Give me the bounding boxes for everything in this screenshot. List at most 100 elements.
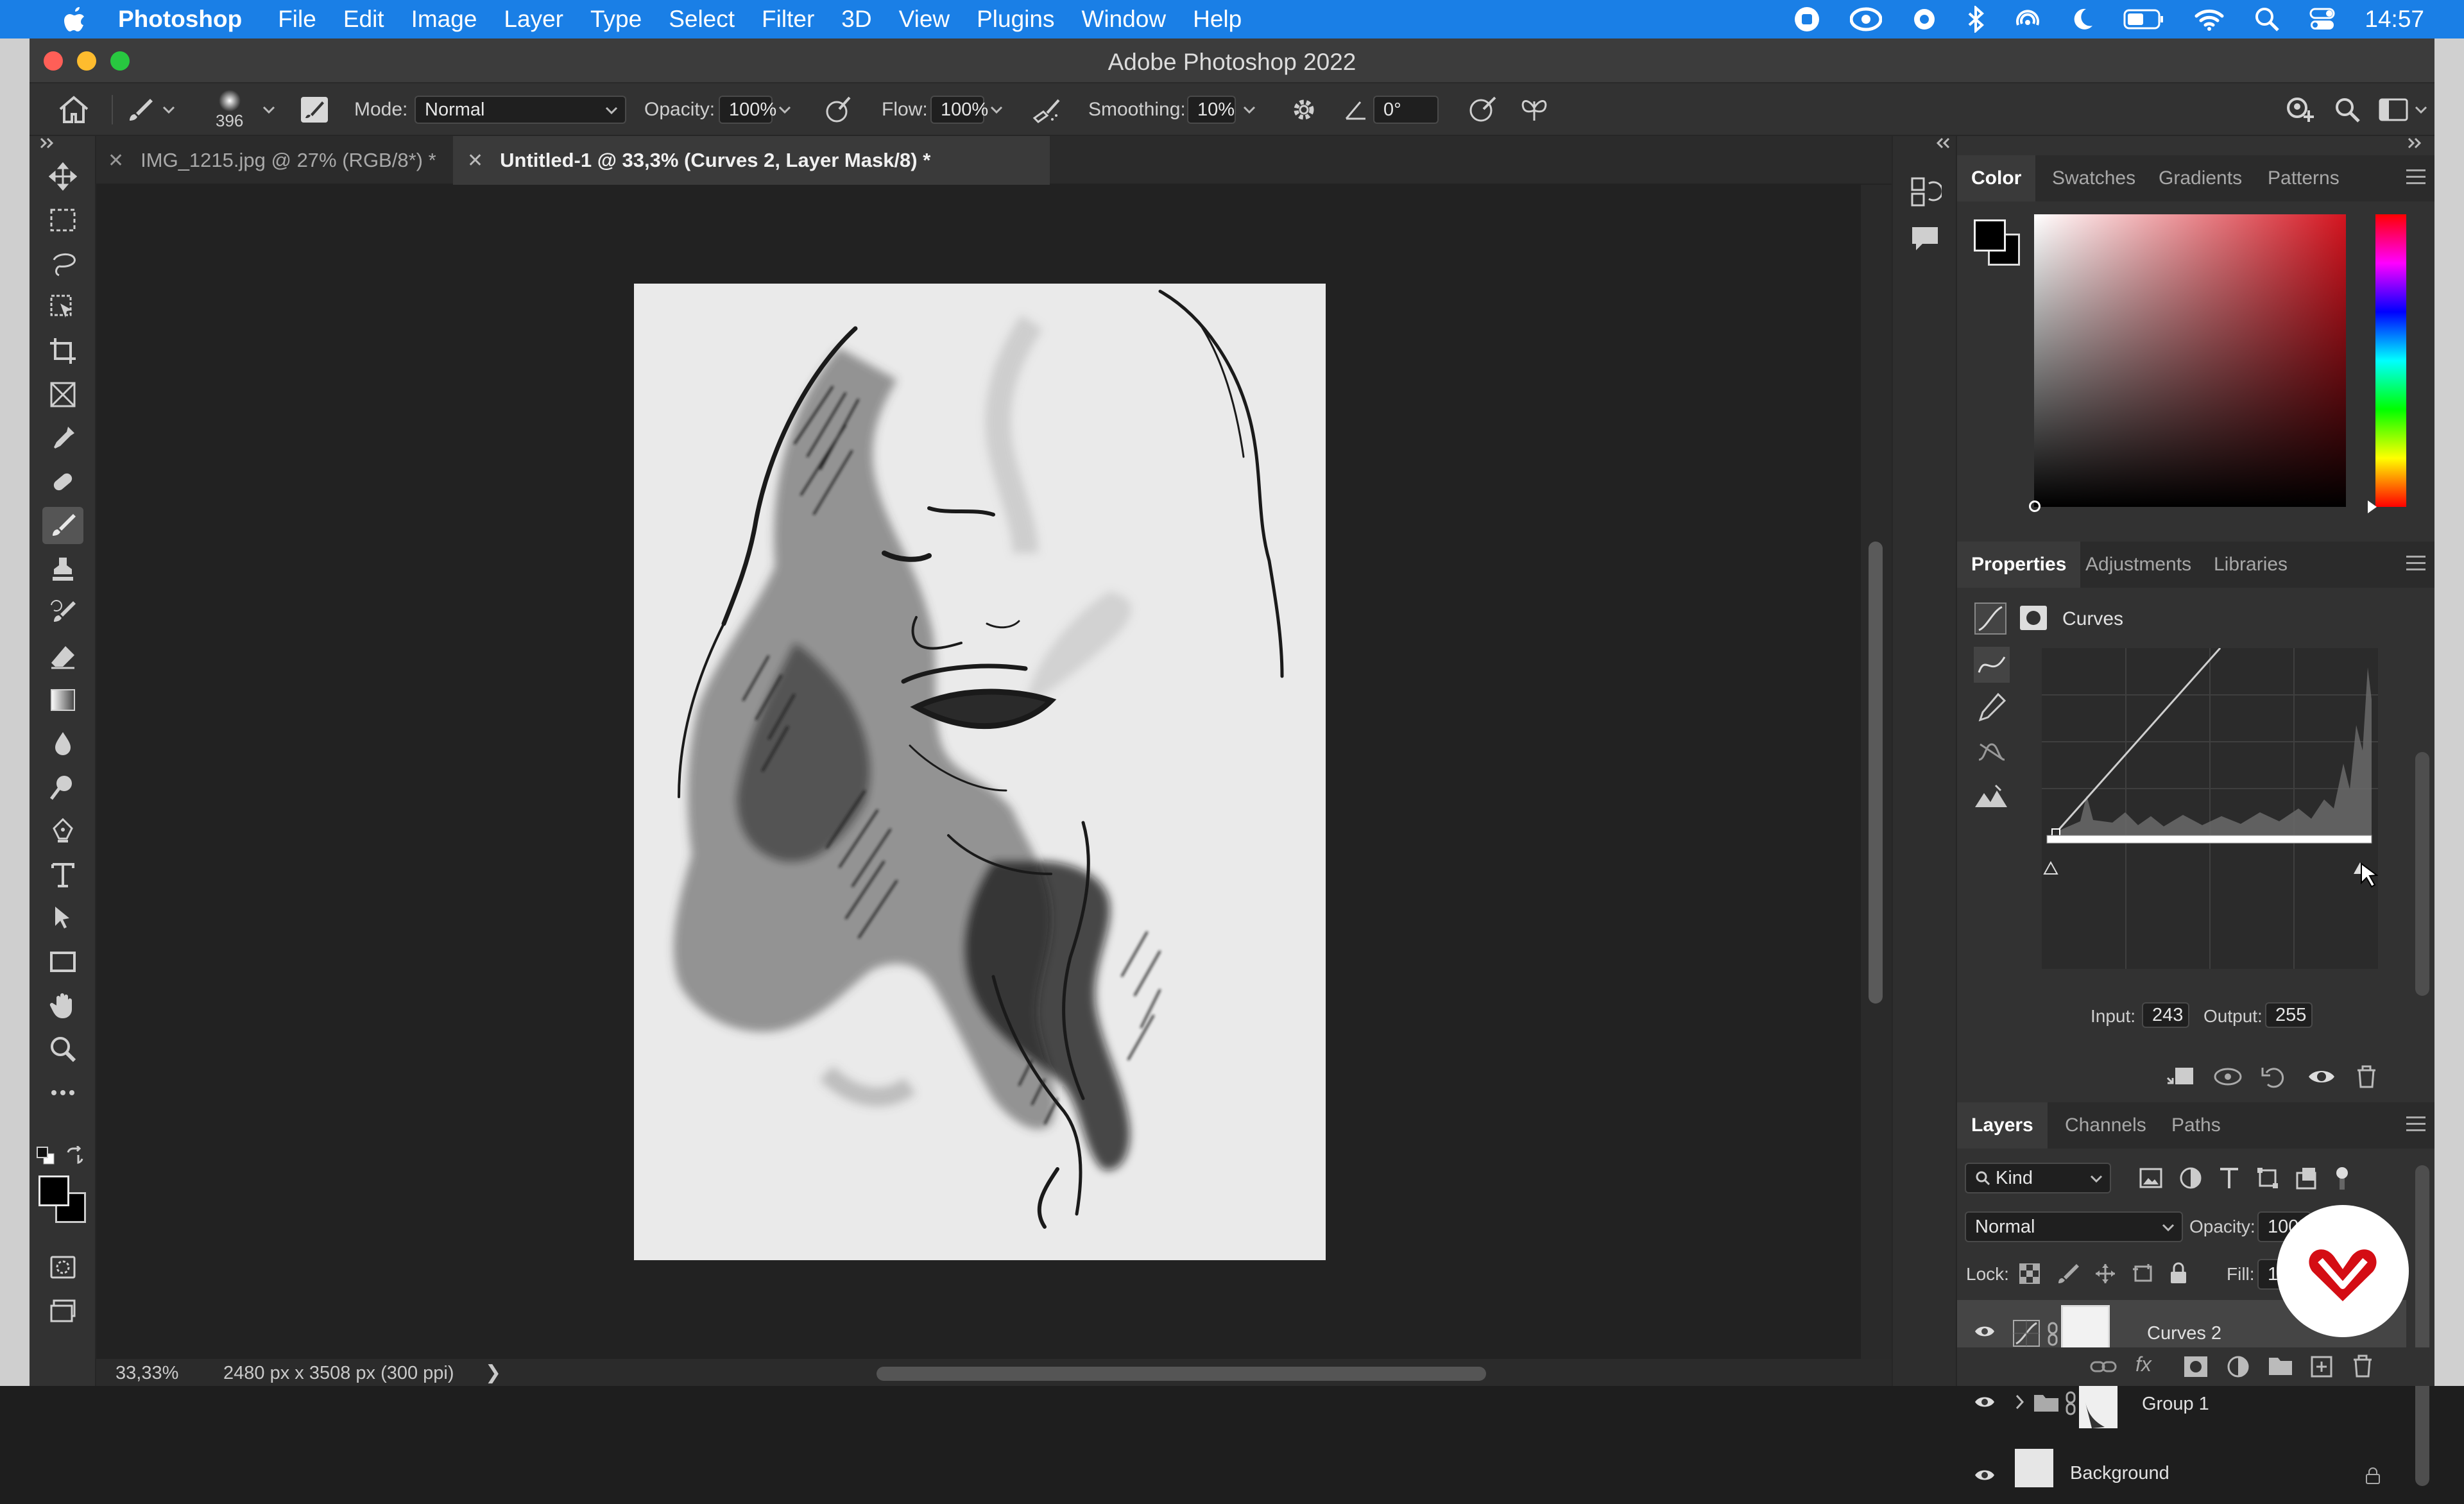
spotlight-search-icon[interactable] [2254,6,2280,32]
clock-time[interactable]: 14:57 [2365,6,2424,33]
filter-type-layers-icon[interactable] [2219,1166,2239,1190]
lock-artboard-icon[interactable] [2132,1263,2155,1285]
curve-smooth-icon[interactable] [1976,737,2007,767]
layer-mask-icon[interactable] [2019,604,2048,631]
apple-icon[interactable] [64,6,87,33]
frame-tool-icon[interactable] [42,376,83,413]
hue-slider[interactable] [2368,214,2406,513]
layers-panel-menu-icon[interactable] [2406,1116,2426,1136]
layer-style-fx-icon[interactable]: fx [2135,1353,2152,1376]
brush-size-dropdown-icon[interactable] [262,83,276,136]
flow-input[interactable]: 100% [930,96,988,124]
object-selection-tool-icon[interactable] [42,289,83,326]
layer-name[interactable]: Group 1 [2142,1394,2209,1415]
lock-transparent-pixels-icon[interactable] [2019,1263,2041,1285]
quick-mask-icon[interactable] [42,1249,83,1286]
color-panel-menu-icon[interactable] [2406,169,2426,189]
default-colors-icon[interactable] [36,1146,55,1165]
link-layers-icon[interactable] [2089,1355,2118,1378]
brush-settings-panel-icon[interactable] [299,83,330,136]
lock-image-pixels-icon[interactable] [2057,1263,2079,1285]
tab-color[interactable]: Color [1957,155,2036,201]
sync-icon[interactable] [1912,6,1937,32]
zoom-level[interactable]: 33,33% [116,1363,178,1384]
control-center-icon[interactable] [2309,8,2335,31]
mode-select[interactable]: Normal [415,96,626,124]
moon-icon[interactable] [2071,6,2094,32]
zoom-tool-icon[interactable] [42,1030,83,1068]
smoothing-input[interactable]: 10% [1187,96,1236,124]
curves-input-field[interactable]: 243 [2142,1002,2189,1028]
layer-visibility-eye-icon[interactable] [1974,1323,1996,1340]
crop-tool-icon[interactable] [42,332,83,370]
move-tool-icon[interactable] [42,158,83,195]
eyedropper-tool-icon[interactable] [42,420,83,457]
tools-expand-chevron-icon[interactable] [38,136,56,150]
toggle-visibility-eye-icon[interactable] [2306,1064,2337,1090]
tab-libraries[interactable]: Libraries [2200,542,2302,588]
menu-3d[interactable]: 3D [841,6,871,33]
battery-icon[interactable] [2123,8,2164,30]
menu-filter[interactable]: Filter [762,6,814,33]
filter-adjustment-layers-icon[interactable] [2179,1166,2202,1190]
pressure-size-icon[interactable] [1467,83,1499,136]
healing-brush-tool-icon[interactable] [42,463,83,500]
history-panel-icon[interactable] [1908,175,1942,208]
brush-tool-preset-icon[interactable] [127,83,176,136]
menu-plugins[interactable]: Plugins [977,6,1054,33]
comments-panel-icon[interactable] [1908,222,1942,255]
menu-edit[interactable]: Edit [343,6,384,33]
lasso-tool-icon[interactable] [42,245,83,282]
layer-name[interactable]: Background [2070,1463,2169,1484]
reset-adjustment-icon[interactable] [2260,1064,2288,1090]
hue-slider-handle[interactable] [2368,500,2377,513]
smoothing-dropdown-icon[interactable] [1242,83,1256,136]
type-tool-icon[interactable] [42,856,83,893]
brush-angle-icon[interactable] [1342,83,1368,136]
flow-dropdown-icon[interactable] [989,83,1004,136]
layer-row-background[interactable]: Background [1957,1436,2406,1504]
status-expand-chevron-icon[interactable]: ❯ [485,1362,501,1384]
screen-mode-icon[interactable] [42,1292,83,1329]
gradient-tool-icon[interactable] [42,681,83,719]
new-layer-icon[interactable] [2310,1355,2333,1378]
opacity-input[interactable]: 100% [719,96,776,124]
delete-adjustment-trash-icon[interactable] [2354,1064,2379,1090]
opacity-dropdown-icon[interactable] [778,83,792,136]
dodge-tool-icon[interactable] [42,769,83,806]
menu-type[interactable]: Type [590,6,642,33]
brush-size-picker[interactable]: 396 [216,83,243,136]
tab-close-icon[interactable]: ✕ [467,150,483,172]
tab-swatches[interactable]: Swatches [2038,155,2150,201]
lock-position-icon[interactable] [2094,1263,2116,1285]
foreground-background-color[interactable] [36,1173,89,1226]
horizontal-scroll-thumb[interactable] [877,1367,1486,1381]
group-expand-chevron-icon[interactable] [2015,1394,2025,1410]
curves-graph[interactable] [2042,648,2378,969]
curve-auto-icon[interactable] [1974,782,2010,812]
home-icon[interactable] [58,83,90,136]
color-field[interactable] [2029,214,2346,512]
smoothing-options-gear-icon[interactable] [1290,83,1318,136]
tab-img-1215[interactable]: ✕ IMG_1215.jpg @ 27% (RGB/8*) * [96,136,453,185]
background-layer-thumbnail[interactable] [2015,1449,2053,1487]
tab-properties[interactable]: Properties [1957,542,2081,588]
canvas-vertical-scrollbar[interactable] [1861,185,1892,1359]
symmetry-butterfly-icon[interactable] [1518,83,1550,136]
tab-layers[interactable]: Layers [1957,1102,2048,1149]
menu-select[interactable]: Select [669,6,735,33]
layer-visibility-eye-icon[interactable] [1974,1394,1996,1410]
history-brush-tool-icon[interactable] [42,594,83,631]
tab-adjustments[interactable]: Adjustments [2071,542,2205,588]
menu-window[interactable]: Window [1081,6,1166,33]
hand-tool-icon[interactable] [42,987,83,1024]
tab-untitled-1[interactable]: ✕ Untitled-1 @ 33,3% (Curves 2, Layer Ma… [453,136,1050,185]
screen-record-icon[interactable] [1793,6,1820,33]
menu-image[interactable]: Image [411,6,477,33]
lock-all-icon[interactable] [2169,1261,2188,1285]
menu-file[interactable]: File [278,6,316,33]
airbrush-icon[interactable] [1031,83,1063,136]
brush-tool-icon[interactable] [42,507,83,544]
tab-patterns[interactable]: Patterns [2254,155,2354,201]
brush-angle-input[interactable]: 0° [1373,96,1439,124]
